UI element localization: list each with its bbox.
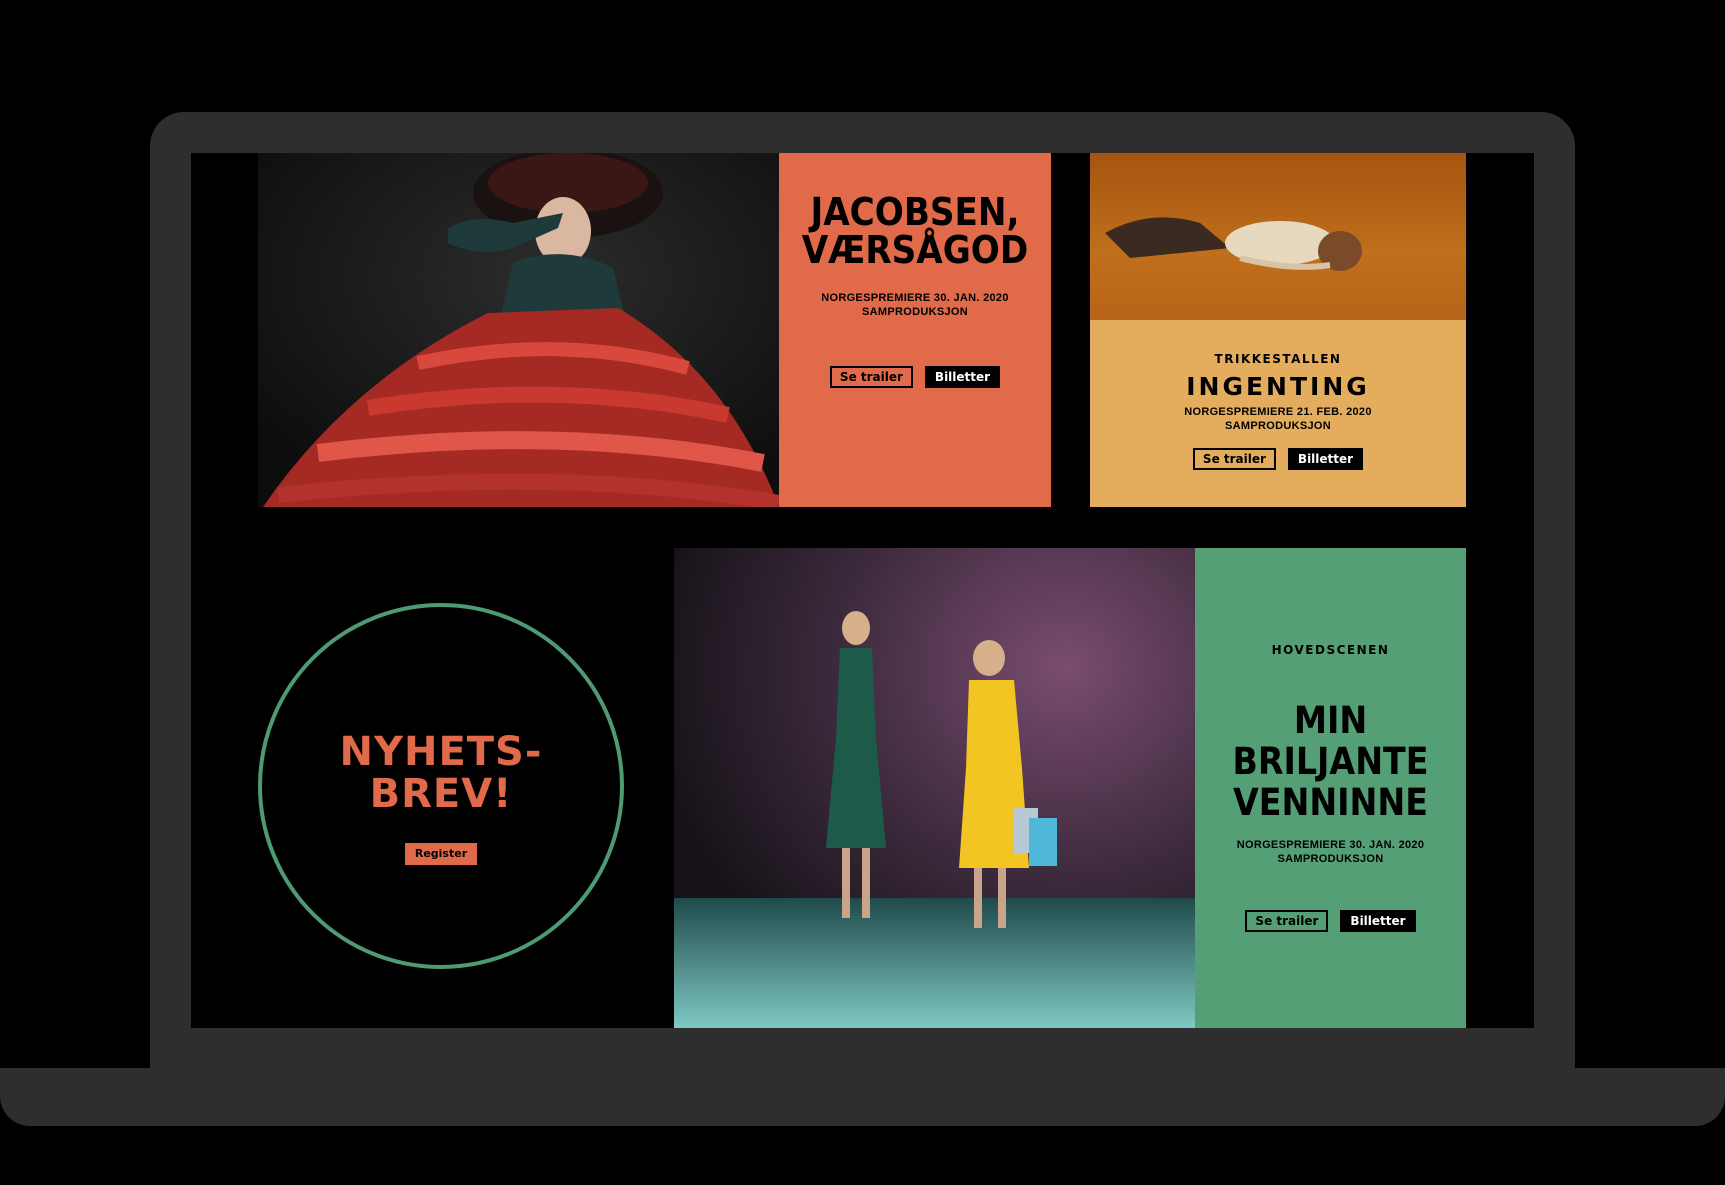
briljante-venninne-title[interactable]: MIN BRILJANTE VENNINNE — [1195, 700, 1466, 823]
title-line: JACOBSEN, — [810, 190, 1020, 234]
briljante-venninne-premiere-info: NORGESPREMIERE 30. JAN. 2020 SAMPRODUKSJ… — [1195, 838, 1466, 866]
production-type: SAMPRODUKSJON — [1277, 853, 1384, 865]
watch-trailer-button[interactable]: Se trailer — [1192, 448, 1276, 470]
premiere-date: NORGESPREMIERE 21. FEB. 2020 — [1184, 406, 1372, 418]
title-line: NYHETS- — [339, 729, 543, 775]
performer-feather-dress-illustration — [258, 153, 779, 507]
briljante-venninne-actions: Se trailer Billetter — [1195, 910, 1466, 932]
buy-tickets-button[interactable]: Billetter — [1287, 448, 1364, 470]
jacobsen-card-panel: JACOBSEN, VÆRSÅGOD NORGESPREMIERE 30. JA… — [779, 153, 1051, 507]
venue-label: TRIKKESTALLEN — [1214, 352, 1342, 366]
buy-tickets-button[interactable]: Billetter — [924, 366, 1001, 388]
ingenting-title[interactable]: INGENTING — [1090, 372, 1466, 401]
newsletter-actions: Register — [262, 843, 620, 865]
jacobsen-actions: Se trailer Billetter — [779, 366, 1051, 388]
buy-tickets-button[interactable]: Billetter — [1340, 910, 1416, 932]
briljante-venninne-production-photo[interactable] — [674, 548, 1195, 1028]
premiere-date: NORGESPREMIERE 30. JAN. 2020 — [1236, 839, 1425, 851]
briljante-venninne-card-panel: HOVEDSCENEN MIN BRILJANTE VENNINNE NORGE… — [1195, 548, 1466, 1028]
newsletter-title: NYHETS- BREV! — [262, 731, 620, 815]
register-button[interactable]: Register — [404, 843, 478, 865]
ingenting-actions: Se trailer Billetter — [1090, 448, 1466, 470]
newsletter-signup: NYHETS- BREV! Register — [258, 603, 624, 969]
title-line: VÆRSÅGOD — [801, 228, 1029, 272]
premiere-date: NORGESPREMIERE 30. JAN. 2020 — [821, 292, 1009, 304]
production-type: SAMPRODUKSJON — [1225, 420, 1331, 432]
venue-label: HOVEDSCENEN — [1271, 643, 1390, 657]
performer-lying-floor-illustration — [1090, 153, 1466, 320]
title-line: VENNINNE — [1232, 781, 1429, 824]
jacobsen-premiere-info: NORGESPREMIERE 30. JAN. 2020 SAMPRODUKSJ… — [779, 291, 1051, 319]
watch-trailer-button[interactable]: Se trailer — [829, 366, 913, 388]
title-line: MIN — [1293, 699, 1368, 742]
title-line: BRILJANTE — [1232, 740, 1429, 783]
watch-trailer-button[interactable]: Se trailer — [1245, 910, 1329, 932]
ingenting-production-photo[interactable] — [1090, 153, 1466, 320]
ingenting-card-panel: TRIKKESTALLEN INGENTING NORGESPREMIERE 2… — [1090, 320, 1466, 507]
laptop-base — [0, 1068, 1725, 1126]
ingenting-premiere-info: NORGESPREMIERE 21. FEB. 2020 SAMPRODUKSJ… — [1090, 405, 1466, 433]
jacobsen-title[interactable]: JACOBSEN, VÆRSÅGOD — [779, 193, 1051, 269]
website-screen: JACOBSEN, VÆRSÅGOD NORGESPREMIERE 30. JA… — [191, 153, 1534, 1028]
title-line: BREV! — [369, 771, 513, 817]
production-type: SAMPRODUKSJON — [862, 306, 968, 318]
two-performers-stage-illustration — [674, 548, 1195, 1028]
jacobsen-production-photo[interactable] — [258, 153, 779, 507]
